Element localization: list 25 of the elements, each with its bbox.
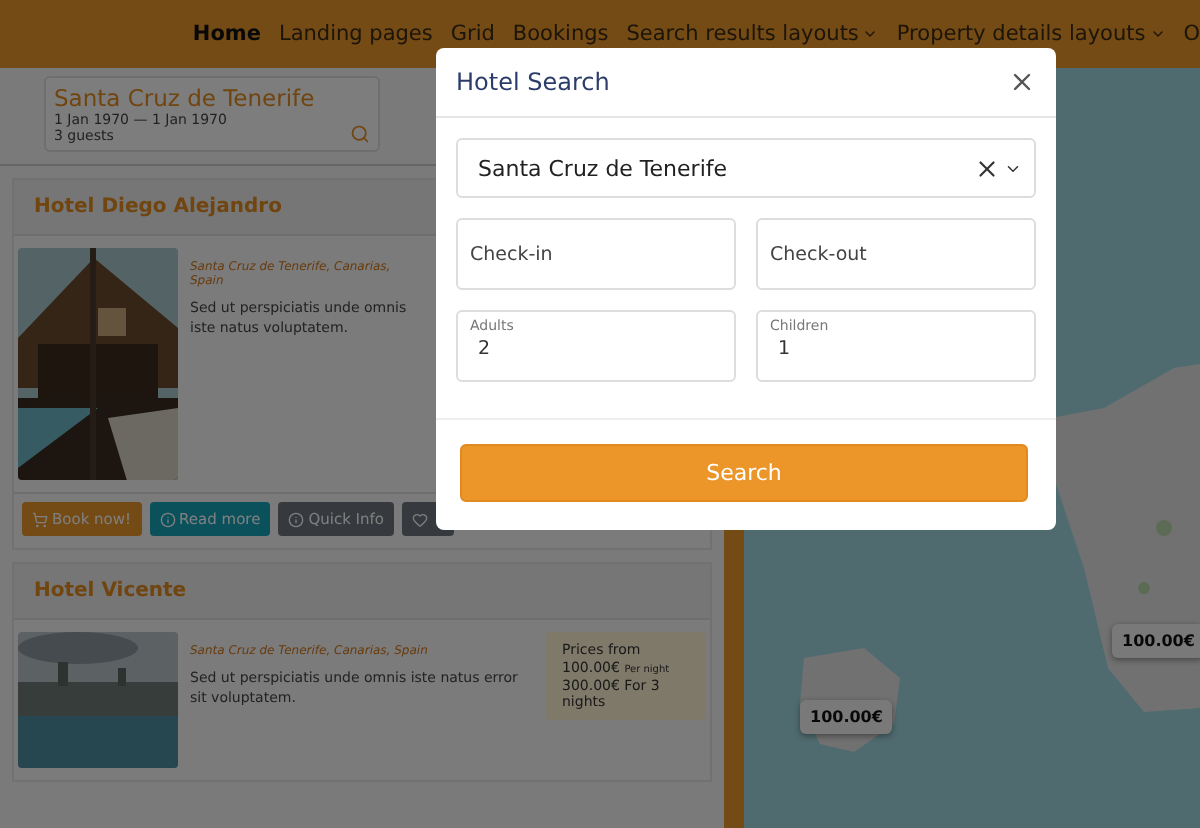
caret-icon (862, 26, 879, 42)
info-icon (159, 511, 176, 527)
dialog-title: Hotel Search (456, 68, 610, 96)
heart-icon (412, 511, 429, 527)
nav-link[interactable]: Search results layouts (626, 22, 879, 46)
nav-link[interactable]: Home (192, 22, 261, 46)
search-icon (350, 124, 370, 144)
nav-link[interactable]: Landing pages (278, 22, 433, 46)
price-marker[interactable]: 100.00€ (800, 700, 893, 734)
info-icon (288, 511, 305, 527)
place-name: Santa Cruz de Tenerife (54, 84, 317, 112)
close-icon[interactable] (1008, 68, 1036, 96)
nav-link[interactable]: Bookings (512, 22, 609, 46)
destination-select[interactable]: Santa Cruz de Tenerife (456, 138, 1036, 198)
search-button[interactable]: Search (460, 444, 1028, 502)
check-out-field[interactable]: Check-out (756, 218, 1036, 290)
price-marker[interactable]: 100.00€ (1112, 624, 1200, 658)
nav-link[interactable]: O (1183, 22, 1200, 46)
hotel-name: Hotel Vicente (14, 564, 710, 620)
cart-icon (32, 511, 48, 527)
nav-link[interactable]: Grid (450, 22, 495, 46)
caret-icon (1149, 26, 1166, 42)
check-in-field[interactable]: Check-in (456, 218, 736, 290)
nav-link[interactable]: Property details layouts (896, 22, 1166, 46)
clear-icon[interactable] (974, 155, 1000, 181)
